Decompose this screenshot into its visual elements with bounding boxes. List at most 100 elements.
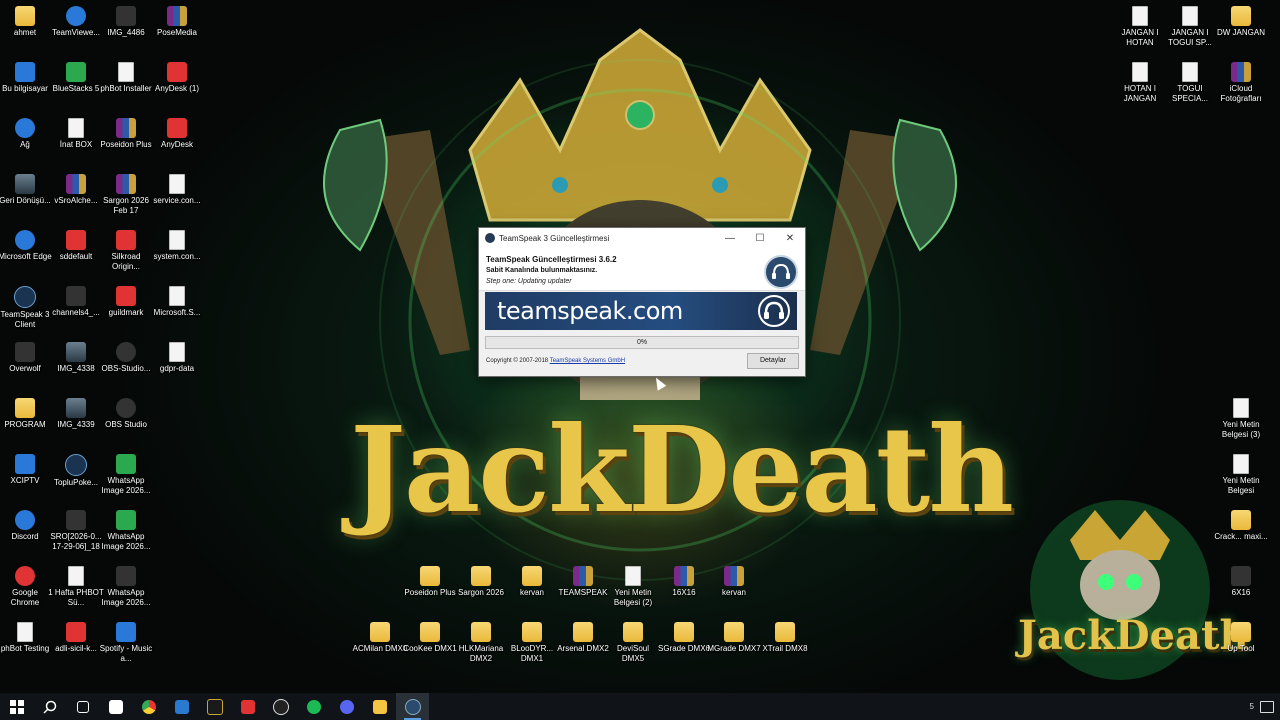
desktop-icon-ahmet[interactable]: ahmet (0, 6, 53, 38)
desktop-icon-poseidon-plus[interactable]: Poseidon Plus (98, 118, 154, 150)
desktop-icon-toplupoke[interactable]: TopluPoke... (48, 454, 104, 488)
taskbar-discord[interactable] (330, 693, 363, 720)
desktop-icon-bluestacks[interactable]: BlueStacks 5 (48, 62, 104, 94)
desktop-icon-obs-studio[interactable]: OBS Studio (98, 398, 154, 430)
anydesk-icon (167, 118, 187, 138)
desktop-icon-this-pc[interactable]: Bu bilgisayar (0, 62, 53, 94)
desktop-icon-posemedia[interactable]: PoseMedia (149, 6, 205, 38)
desktop-icon-dw-jangan[interactable]: DW JANGAN (1213, 6, 1269, 38)
desktop-icon-phbot-testing[interactable]: phBot Testing (0, 622, 53, 654)
desktop-icon-sargon-2026[interactable]: Sargon 2026 (453, 566, 509, 598)
desktop-icon-jangan-hotan[interactable]: JANGAN I HOTAN (1112, 6, 1168, 48)
desktop-icon-sargon-2026-feb[interactable]: Sargon 2026 Feb 17 (98, 174, 154, 216)
desktop-icon-sgrade[interactable]: SGrade DMX6 (656, 622, 712, 654)
close-button[interactable]: ✕ (775, 228, 805, 248)
desktop-icon-crack-maxi[interactable]: Crack... maxi... (1213, 510, 1269, 542)
desktop-icon-xciptv[interactable]: XCIPTV (0, 454, 53, 486)
desktop-icon-guildmark[interactable]: guildmark (98, 286, 154, 318)
desktop-icon-img4339[interactable]: IMG_4339 (48, 398, 104, 430)
desktop-icon-phbot-installer[interactable]: phBot Installer (98, 62, 154, 94)
desktop-icon-bloodyr[interactable]: BLooDYR... DMX1 (504, 622, 560, 664)
desktop-icon-service-con[interactable]: service.con... (149, 174, 205, 206)
app-icon (68, 118, 84, 138)
headset-icon (758, 295, 790, 327)
desktop-icon-yeni-metin-3[interactable]: Yeni Metin Belgesi (3) (1213, 398, 1269, 440)
details-button[interactable]: Detaylar (747, 353, 799, 369)
taskbar-app[interactable] (198, 693, 231, 720)
desktop-icon-poseidon-plus-folder[interactable]: Poseidon Plus (402, 566, 458, 598)
desktop-icon-adli-sicil[interactable]: adli-sicil-k... (48, 622, 104, 654)
desktop-icon-cookee[interactable]: CooKee DMX1 (402, 622, 458, 654)
desktop-icon-sddefault[interactable]: sddefault (48, 230, 104, 262)
desktop-icon-img4338[interactable]: IMG_4338 (48, 342, 104, 374)
taskbar-chrome[interactable] (132, 693, 165, 720)
start-button[interactable] (0, 693, 33, 720)
desktop-icon-inat-box[interactable]: İnat BOX (48, 118, 104, 150)
desktop-icon-overwolf[interactable]: Overwolf (0, 342, 53, 374)
desktop-icon-mgrade[interactable]: MGrade DMX7 (706, 622, 762, 654)
desktop-icon-obs-studio-setup[interactable]: OBS-Studio... (98, 342, 154, 374)
desktop-icon-hotan-jangan[interactable]: HOTAN I JANGAN (1112, 62, 1168, 104)
taskbar-spotify[interactable] (297, 693, 330, 720)
taskbar-anydesk[interactable] (231, 693, 264, 720)
taskbar-teamspeak[interactable] (396, 693, 429, 720)
desktop-icon-up-tool[interactable]: Up Tool (1213, 622, 1269, 654)
taskbar-file-explorer[interactable] (363, 693, 396, 720)
task-view-button[interactable] (66, 693, 99, 720)
phbot-icon (17, 622, 33, 642)
image-icon (66, 510, 86, 530)
minimize-button[interactable]: — (715, 228, 745, 248)
desktop-icon-anydesk[interactable]: AnyDesk (149, 118, 205, 150)
desktop-icon-edge[interactable]: Microsoft Edge (0, 230, 53, 262)
desktop-icon-hlkmariana[interactable]: HLKMariana DMX2 (453, 622, 509, 664)
desktop-icon-xtrail[interactable]: XTrail DMX8 (757, 622, 813, 654)
desktop-icon-program[interactable]: PROGRAM (0, 398, 53, 430)
desktop-icon-kervan-archive[interactable]: kervan (706, 566, 762, 598)
teamspeak-systems-link[interactable]: TeamSpeak Systems GmbH (550, 358, 625, 364)
desktop-icon-img4486[interactable]: IMG_4486 (98, 6, 154, 38)
taskbar-store[interactable] (99, 693, 132, 720)
image-icon (116, 454, 136, 474)
desktop-icon-6x16[interactable]: 6X16 (1213, 566, 1269, 598)
desktop-icon-vsroalche[interactable]: vSroAlche... (48, 174, 104, 206)
desktop-icon-teamspeak[interactable]: TeamSpeak 3 Client (0, 286, 53, 330)
desktop-icon-microsoft-s[interactable]: Microsoft.S... (149, 286, 205, 318)
desktop-icon-arsenal[interactable]: Arsenal DMX2 (555, 622, 611, 654)
desktop-icon-16x16[interactable]: 16X16 (656, 566, 712, 598)
desktop-icon-teamviewer[interactable]: TeamViewe... (48, 6, 104, 38)
desktop-icon-spotify-installer[interactable]: Spotify - Music a... (98, 622, 154, 664)
desktop-icon-icloud[interactable]: iCloud Fotoğrafları (1213, 62, 1269, 104)
notification-icon[interactable] (1260, 700, 1274, 713)
dialog-titlebar[interactable]: TeamSpeak 3 Güncelleştirmesi — ☐ ✕ (479, 228, 805, 248)
desktop-icon-yeni-metin[interactable]: Yeni Metin Belgesi (1213, 454, 1269, 496)
desktop-icon-togui-specia[interactable]: TOGUI SPECIA... (1162, 62, 1218, 104)
desktop-icon-yeni-metin-2[interactable]: Yeni Metin Belgesi (2) (605, 566, 661, 608)
taskbar-phbot[interactable] (165, 693, 198, 720)
desktop-icon-channels4[interactable]: channels4_... (48, 286, 104, 318)
desktop-icon-discord[interactable]: Discord (0, 510, 53, 542)
desktop-icon-acmilan[interactable]: ACMilan DMX0 (352, 622, 408, 654)
desktop-icon-teamspeak-archive[interactable]: TEAMSPEAK (555, 566, 611, 598)
desktop-icon-system-con[interactable]: system.con... (149, 230, 205, 262)
taskbar-search-button[interactable] (33, 693, 66, 720)
desktop-icon-sro-screenshot[interactable]: SRO[2026-0... 17-29-06]_18 (48, 510, 104, 552)
desktop-icon-gdpr-data[interactable]: gdpr-data (149, 342, 205, 374)
desktop-icon-whatsapp-image-2[interactable]: WhatsApp Image 2026... (98, 510, 154, 552)
folder-icon (471, 622, 491, 642)
desktop-icon-jangan-togui[interactable]: JANGAN I TOGUI SP... (1162, 6, 1218, 48)
desktop-icon-whatsapp-image-3[interactable]: WhatsApp Image 2026... (98, 566, 154, 608)
desktop-icon-kervan-folder[interactable]: kervan (504, 566, 560, 598)
desktop-icon-devisoul[interactable]: DeviSoul DMX5 (605, 622, 661, 664)
desktop-icon-anydesk-1[interactable]: AnyDesk (1) (149, 62, 205, 94)
desktop-icon-network[interactable]: Ağ (0, 118, 53, 150)
maximize-button[interactable]: ☐ (745, 228, 775, 248)
desktop-icon-recycle-bin[interactable]: Geri Dönüşü... (0, 174, 53, 206)
document-icon (1182, 6, 1198, 26)
taskbar-obs[interactable] (264, 693, 297, 720)
desktop-icon-silkroad[interactable]: Silkroad Origin... (98, 230, 154, 272)
desktop-icon-whatsapp-image-1[interactable]: WhatsApp Image 2026... (98, 454, 154, 496)
document-icon (625, 566, 641, 586)
dialog-title: TeamSpeak 3 Güncelleştirmesi (499, 233, 610, 243)
desktop-icon-chrome[interactable]: Google Chrome (0, 566, 53, 608)
desktop-icon-1-hafta[interactable]: 1 Hafta PHBOT Sü... (48, 566, 104, 608)
